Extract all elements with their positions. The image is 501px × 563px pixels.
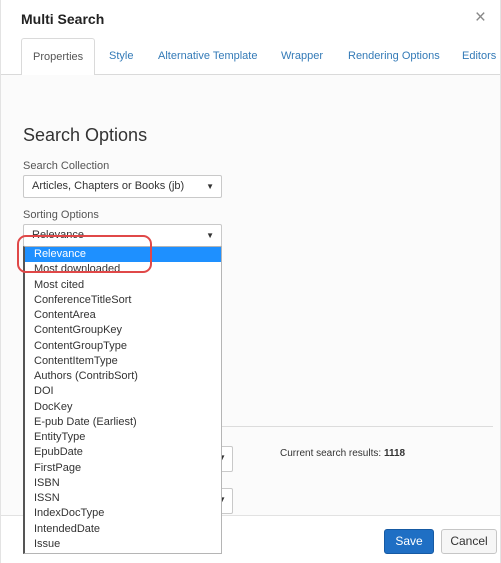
tab-alternative-template[interactable]: Alternative Template — [158, 38, 257, 75]
tab-rendering-options[interactable]: Rendering Options — [348, 38, 440, 75]
dropdown-option[interactable]: ConferenceTitleSort — [25, 293, 221, 308]
sorting-options-select[interactable]: Relevance ▼ — [23, 224, 222, 247]
dropdown-option[interactable]: Most cited — [25, 278, 221, 293]
save-button[interactable]: Save — [384, 529, 434, 554]
dropdown-option[interactable]: ISSN — [25, 491, 221, 506]
dialog-titlebar: Multi Search × — [1, 0, 500, 40]
search-collection-select[interactable]: Articles, Chapters or Books (jb) ▼ — [23, 175, 222, 198]
dropdown-option[interactable]: EpubDate — [25, 445, 221, 460]
search-collection-value: Articles, Chapters or Books (jb) — [32, 180, 185, 192]
dropdown-option[interactable]: Authors (ContribSort) — [25, 369, 221, 384]
dialog-title: Multi Search — [21, 11, 105, 27]
sorting-options-dropdown: Relevance Most downloaded Most cited Confer… — [23, 246, 222, 554]
tab-style[interactable]: Style — [109, 38, 133, 75]
cancel-button[interactable]: Cancel — [441, 529, 497, 554]
dropdown-option[interactable]: ContentGroupKey — [25, 323, 221, 338]
sorting-options-value: Relevance — [32, 229, 84, 241]
dropdown-option[interactable]: IndexDocType — [25, 506, 221, 521]
search-results-summary: Current search results: 1118 — [280, 448, 405, 459]
section-title: Search Options — [23, 125, 148, 145]
search-collection-label: Search Collection — [23, 160, 110, 172]
dropdown-option[interactable]: Relevance — [25, 247, 221, 263]
dropdown-option[interactable]: DocKey — [25, 400, 221, 415]
chevron-down-icon: ▼ — [206, 182, 214, 191]
dropdown-option[interactable]: ISBN — [25, 476, 221, 491]
multi-search-dialog: Multi Search × Properties Style Alternat… — [0, 0, 501, 563]
dropdown-option[interactable]: DOI — [25, 384, 221, 399]
dropdown-option[interactable]: ContentItemType — [25, 354, 221, 369]
results-label: Current search results: — [280, 448, 382, 459]
tab-editors[interactable]: Editors — [462, 38, 496, 75]
close-icon[interactable]: × — [475, 8, 486, 27]
dropdown-option[interactable]: E-pub Date (Earliest) — [25, 415, 221, 430]
tab-wrapper[interactable]: Wrapper — [281, 38, 323, 75]
dropdown-option[interactable]: ContentArea — [25, 308, 221, 323]
tab-bar: Properties Style Alternative Template Wr… — [1, 38, 500, 76]
dropdown-option[interactable]: EntityType — [25, 430, 221, 445]
dropdown-option[interactable]: Issue — [25, 537, 221, 552]
tab-properties[interactable]: Properties — [21, 38, 96, 76]
dropdown-option[interactable]: FirstPage — [25, 461, 221, 476]
results-count: 1118 — [383, 448, 406, 459]
chevron-down-icon: ▼ — [206, 231, 214, 240]
dropdown-option[interactable]: ContentGroupType — [25, 339, 221, 354]
dropdown-option[interactable]: IntendedDate — [25, 522, 221, 537]
sorting-options-label: Sorting Options — [23, 209, 99, 221]
dropdown-option[interactable]: Most downloaded — [25, 262, 221, 277]
